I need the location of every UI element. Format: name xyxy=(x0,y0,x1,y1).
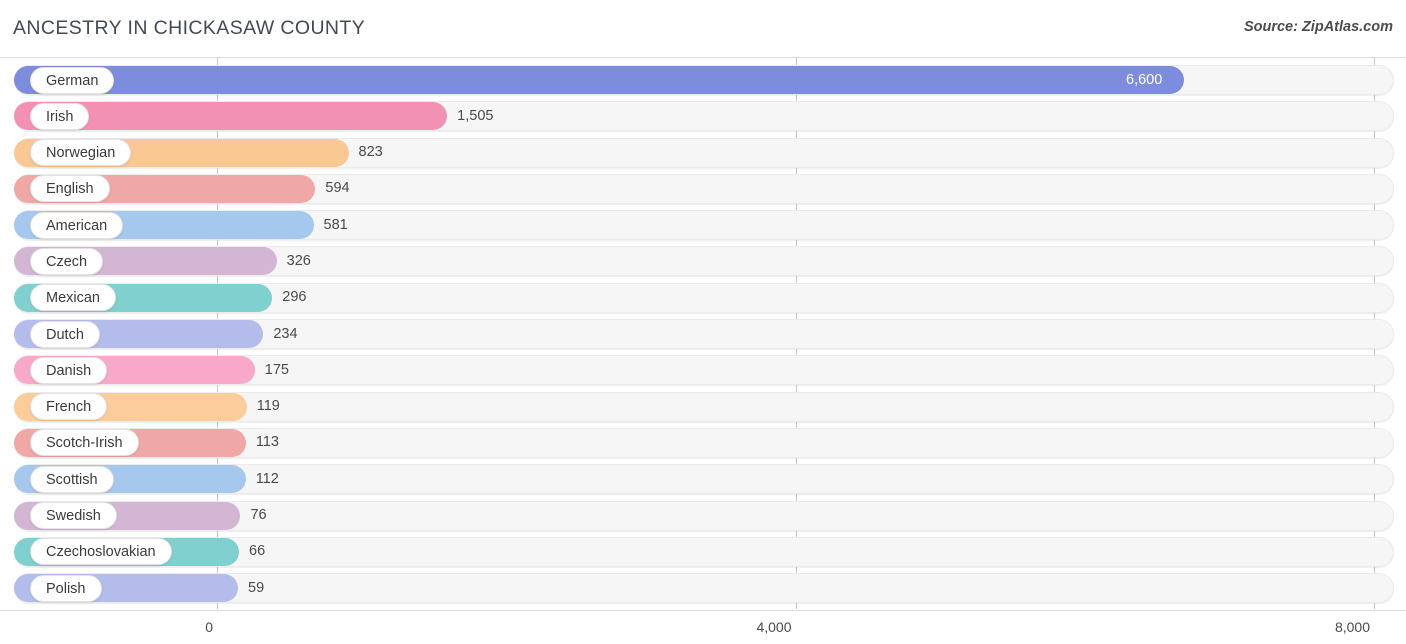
bar-category-label: Dutch xyxy=(30,320,100,348)
bar-value-label: 112 xyxy=(255,470,279,487)
bar-row[interactable]: Irish 1,505 xyxy=(0,99,1406,135)
bar-category-label: American xyxy=(30,211,124,239)
bar-value-label: 326 xyxy=(286,252,311,269)
bar-category-label: Norwegian xyxy=(30,139,132,167)
axis-rule xyxy=(0,610,1406,611)
bar-row[interactable]: Czech 326 xyxy=(0,244,1406,280)
axis-tick-label: 0 xyxy=(205,619,213,635)
bar-category-label: Scotch-Irish xyxy=(30,429,139,457)
bar-category-label: Irish xyxy=(30,102,90,130)
bar-value-label: 59 xyxy=(248,579,265,596)
bar-row[interactable]: Danish 175 xyxy=(0,353,1406,389)
bar-value-label: 823 xyxy=(358,144,383,161)
bar-value-label: 119 xyxy=(256,398,280,415)
bar-value-label: 175 xyxy=(264,361,289,378)
axis-tick-label: 4,000 xyxy=(756,619,792,635)
bar-value-label: 66 xyxy=(249,543,266,560)
plot-top-rule xyxy=(0,57,1406,58)
bar-value-label: 594 xyxy=(325,180,350,197)
bar-row[interactable]: French 119 xyxy=(0,390,1406,426)
bar-category-label: French xyxy=(30,393,108,421)
bar-category-label: English xyxy=(30,175,110,203)
bar-row[interactable]: Dutch 234 xyxy=(0,317,1406,353)
bar-value-label: 234 xyxy=(273,325,298,342)
bar-category-label: German xyxy=(30,66,115,94)
bar[interactable] xyxy=(14,66,1185,94)
bar-category-label: Swedish xyxy=(30,502,117,530)
plot-area: German 6,600 Irish 1,505 Norwegian 823 English… xyxy=(0,57,1406,610)
bar-row[interactable]: English 594 xyxy=(0,172,1406,208)
chart-container: ANCESTRY IN CHICKASAW COUNTY Source: Zip… xyxy=(0,0,1406,644)
bar-category-label: Mexican xyxy=(30,284,116,312)
bar-value-label: 581 xyxy=(323,216,348,233)
bar-category-label: Scottish xyxy=(30,465,114,493)
page-title: ANCESTRY IN CHICKASAW COUNTY xyxy=(13,17,366,39)
bar-row[interactable]: Scottish 112 xyxy=(0,462,1406,498)
bar-value-label-inside: 6,600 xyxy=(1126,71,1163,88)
bar-value-label: 1,505 xyxy=(457,107,494,124)
bar-row[interactable]: Norwegian 823 xyxy=(0,136,1406,172)
bar-row[interactable]: Mexican 296 xyxy=(0,281,1406,317)
bar-value-label: 296 xyxy=(282,289,307,306)
bar-row[interactable]: Czechoslovakian 66 xyxy=(0,535,1406,571)
bar-rows: German 6,600 Irish 1,505 Norwegian 823 English… xyxy=(0,63,1406,607)
x-axis: 0 4,000 8,000 xyxy=(0,610,1406,644)
source-attribution: Source: ZipAtlas.com xyxy=(1243,19,1393,35)
bar-category-label: Polish xyxy=(30,574,102,602)
bar-row[interactable]: Scotch-Irish 113 xyxy=(0,426,1406,462)
bar-row[interactable]: Polish 59 xyxy=(0,571,1406,607)
bar-row[interactable]: Swedish 76 xyxy=(0,499,1406,535)
bar-value-label: 76 xyxy=(250,507,267,524)
bar-category-label: Danish xyxy=(30,356,108,384)
axis-tick-label: 8,000 xyxy=(1334,619,1370,635)
bar-category-label: Czech xyxy=(30,247,104,275)
bar-value-label: 113 xyxy=(255,434,279,451)
bar-category-label: Czechoslovakian xyxy=(30,538,172,566)
bar-row[interactable]: American 581 xyxy=(0,208,1406,244)
bar-row[interactable]: German 6,600 xyxy=(0,63,1406,99)
